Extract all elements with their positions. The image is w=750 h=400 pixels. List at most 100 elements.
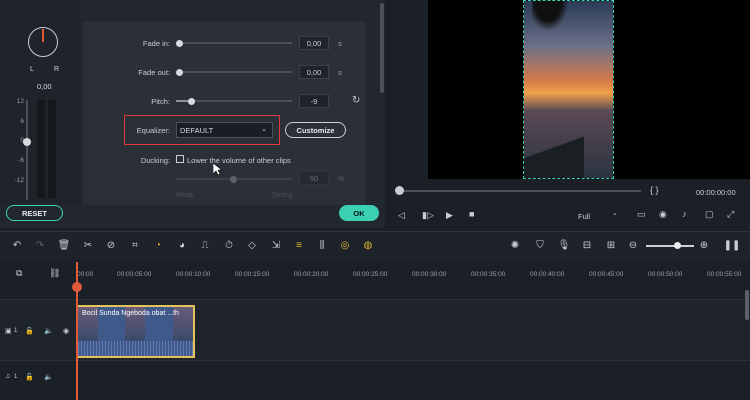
fade-in-field[interactable]: 0,00 <box>299 36 329 50</box>
pitch-knob[interactable] <box>188 97 195 105</box>
panel-scrollbar[interactable] <box>380 3 384 93</box>
keyframe-icon[interactable]: ◇ <box>245 238 259 252</box>
monitor-icon[interactable]: ▭ <box>637 209 646 220</box>
microphone-icon[interactable]: 🎙 <box>557 238 571 252</box>
crop-fit-icon[interactable]: ⤢ <box>727 209 734 220</box>
ducking-knob <box>230 175 237 183</box>
mark-brackets[interactable]: { } <box>650 185 659 195</box>
marker-icon[interactable]: ⛉ <box>533 238 547 252</box>
zoom-knob[interactable] <box>674 242 681 249</box>
ruler-tick: 00:00:10:00 <box>176 271 211 278</box>
fade-out-slider[interactable] <box>176 68 292 76</box>
playhead-handle[interactable] <box>72 282 82 292</box>
pier <box>524 121 584 178</box>
ducking-slider <box>176 175 292 183</box>
pitch-field[interactable]: -9 <box>299 94 329 108</box>
cut-icon[interactable]: ✂ <box>81 238 95 252</box>
delete-icon[interactable]: 🗑 <box>57 238 71 252</box>
snapshot-icon[interactable]: ⊞ <box>604 238 618 252</box>
ruler-tick: 00:00:30:00 <box>412 271 447 278</box>
zoom-slider[interactable] <box>646 242 694 249</box>
fade-out-label: Fade out: <box>138 68 170 77</box>
audio-mute-icon[interactable]: 🔈 <box>44 373 53 381</box>
pan-dial[interactable] <box>28 27 58 57</box>
speed-icon[interactable]: ◔ <box>151 238 165 252</box>
ducking-unit: % <box>338 174 345 183</box>
ruler-tick: 00:00:40:00 <box>530 271 565 278</box>
zoom-out-icon[interactable]: ⊖ <box>626 238 640 252</box>
ruler-tick: 00:00:05:00 <box>117 271 152 278</box>
play-reverse-icon[interactable]: ▮▷ <box>422 210 434 221</box>
clip-title: Bocil Sunda Ngeboda obat ...th <box>82 310 179 317</box>
mouse-cursor-icon <box>213 163 222 176</box>
fullscreen-icon[interactable]: ▢ <box>705 209 714 220</box>
pan-value: 0,00 <box>37 82 52 91</box>
add-track-icon[interactable]: ⧉ <box>16 268 22 279</box>
adjust-icon[interactable]: ≡ <box>292 238 306 252</box>
preview-progress-track[interactable] <box>395 190 641 192</box>
timeline-scrollbar[interactable] <box>745 290 749 320</box>
fade-in-knob[interactable] <box>176 39 183 47</box>
meter-tick: -6 <box>18 157 24 164</box>
equalizer-label: Equalizer: <box>136 126 170 135</box>
ducking-checkbox-label: Lower the volume of other clips <box>187 156 291 165</box>
fade-out-knob[interactable] <box>176 68 183 76</box>
timer-icon[interactable]: ⏱ <box>222 238 236 252</box>
previous-frame-icon[interactable]: ◁ <box>398 210 405 221</box>
zoom-in-icon[interactable]: ⊕ <box>697 238 711 252</box>
pause-layout-icon[interactable]: ❚❚ <box>724 238 741 252</box>
equalizer-select[interactable]: DEFAULT ⌄ <box>176 122 273 138</box>
color-icon[interactable]: ◕ <box>175 238 189 252</box>
stop-icon[interactable]: ■ <box>469 209 474 219</box>
volume-slider-track[interactable] <box>26 100 28 200</box>
ruler-tick: 00:00 <box>77 271 94 278</box>
stabilize-icon[interactable]: ⎍ <box>198 238 212 252</box>
mute-icon[interactable]: 🔈 <box>44 327 53 335</box>
preview-timecode: 00:00:00:00 <box>696 188 736 197</box>
customize-button[interactable]: Customize <box>285 122 346 138</box>
disable-icon[interactable]: ⊘ <box>104 238 118 252</box>
ruler-tick: 00:00:45:00 <box>589 271 624 278</box>
split-icon[interactable]: ⇲ <box>269 238 283 252</box>
camera-icon[interactable]: ◉ <box>659 209 667 220</box>
link-icon[interactable]: ⛓ <box>49 268 60 279</box>
preview-progress-knob[interactable] <box>395 186 404 195</box>
audio-mixer-icon[interactable]: ⫼ <box>315 238 329 252</box>
ruler-tick: 00:00:50:00 <box>648 271 683 278</box>
play-icon[interactable]: ▶ <box>446 210 453 221</box>
video-clip[interactable]: Bocil Sunda Ngeboda obat ...th <box>76 305 195 358</box>
timeline-ruler[interactable]: 00:00 00:00:05:00 00:00:10:00 00:00:15:0… <box>76 262 750 284</box>
lock-icon[interactable]: 🔓 <box>25 327 34 335</box>
crop-icon[interactable]: ⌗ <box>128 238 142 252</box>
reset-pitch-icon[interactable]: ↻ <box>352 95 360 106</box>
ruler-tick: 00:00:35:00 <box>471 271 506 278</box>
reset-button[interactable]: RESET <box>6 205 63 221</box>
eye-icon[interactable]: ◉ <box>63 327 69 335</box>
ai-icon[interactable]: ◍ <box>361 238 375 252</box>
pan-dial-needle <box>42 29 44 42</box>
quality-select[interactable]: Full <box>578 212 590 221</box>
video-frame[interactable] <box>523 0 614 179</box>
audio-track <box>0 362 750 400</box>
video-track-icon: ▣ <box>5 328 12 335</box>
volume-slider-knob[interactable] <box>23 138 31 146</box>
voiceover-icon[interactable]: ⊟ <box>580 238 594 252</box>
level-meter-left <box>37 100 45 198</box>
ruler-tick: 00:00:55:00 <box>707 271 742 278</box>
pan-right-label: R <box>54 66 60 73</box>
meter-tick: 6 <box>20 118 24 125</box>
ok-button[interactable]: OK <box>339 205 379 221</box>
fade-in-label: Fade in: <box>142 39 170 48</box>
motion-track-icon[interactable]: ◎ <box>338 238 352 252</box>
redo-icon[interactable]: ↷ <box>33 238 47 252</box>
audio-lock-icon[interactable]: 🔓 <box>25 373 34 381</box>
undo-icon[interactable]: ↶ <box>10 238 24 252</box>
pitch-slider[interactable] <box>176 97 292 105</box>
meter-tick: -12 <box>14 177 24 184</box>
audio-track-number: 1 <box>14 374 18 380</box>
fade-in-slider[interactable] <box>176 39 292 47</box>
fade-out-field[interactable]: 0,00 <box>299 65 329 79</box>
render-icon[interactable]: ✺ <box>508 238 522 252</box>
ducking-checkbox[interactable] <box>176 155 184 163</box>
volume-icon[interactable]: ♪ <box>682 209 687 219</box>
